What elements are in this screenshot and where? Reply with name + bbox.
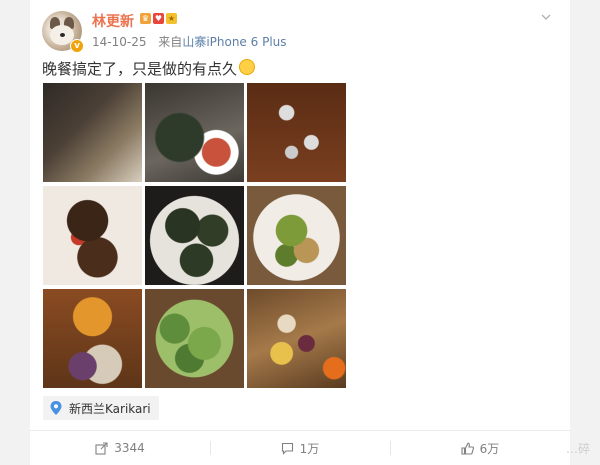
location-pin-icon [50, 401, 62, 415]
action-bar: 3344 1万 6万 [30, 431, 570, 465]
chevron-down-icon[interactable] [541, 12, 551, 22]
like-count: 6万 [479, 441, 500, 456]
photo-dinner-table-spread[interactable] [247, 83, 346, 182]
photo-mussels-and-vegetables[interactable] [145, 83, 244, 182]
share-count: 3344 [114, 441, 145, 455]
location-text: 新西兰Karikari [69, 401, 151, 416]
share-icon [95, 441, 108, 455]
like-button[interactable]: 6万 [390, 431, 570, 465]
photo-steak-with-pepper[interactable] [43, 186, 142, 285]
username[interactable]: 林更新 [92, 11, 134, 31]
weibo-post-card: v 林更新 ♛ ♥ ★ 14-10-25 来自山寨iPhone 6 Plus 晚… [30, 0, 570, 465]
source-prefix: 来自 [158, 35, 183, 49]
user-badges: ♛ ♥ ★ [140, 13, 177, 24]
photo-green-salad[interactable] [145, 289, 244, 388]
like-icon [461, 442, 474, 455]
comment-icon [281, 442, 293, 455]
watermark: …碎 [566, 442, 591, 456]
post-meta: 14-10-25 来自山寨iPhone 6 Plus [92, 33, 287, 50]
member-badge-icon[interactable]: ♥ [153, 13, 164, 24]
comment-count: 1万 [299, 441, 320, 456]
post-source[interactable]: 山寨iPhone 6 Plus [182, 35, 286, 49]
post-text-content: 晚餐搞定了，只是做的有点久 [42, 60, 238, 78]
photo-cheese-board[interactable] [247, 289, 346, 388]
post-timestamp[interactable]: 14-10-25 [92, 35, 146, 49]
avatar-nose [60, 33, 65, 37]
sweat-smile-emoji-icon [239, 59, 256, 75]
location-tag[interactable]: 新西兰Karikari [43, 396, 159, 420]
photo-egg-tomato-and-plates[interactable] [43, 289, 142, 388]
photo-baked-mussels[interactable] [145, 186, 244, 285]
photo-meat-with-green-beans[interactable] [247, 186, 346, 285]
share-button[interactable]: 3344 [30, 431, 210, 465]
photo-person-cooking[interactable] [43, 83, 142, 182]
verified-badge-icon: v [70, 39, 84, 53]
post-text: 晚餐搞定了，只是做的有点久 [42, 58, 256, 79]
vip-badge-icon[interactable]: ♛ [140, 13, 151, 24]
medal-badge-icon[interactable]: ★ [166, 13, 177, 24]
photo-grid [43, 83, 346, 388]
comment-button[interactable]: 1万 [210, 431, 390, 465]
